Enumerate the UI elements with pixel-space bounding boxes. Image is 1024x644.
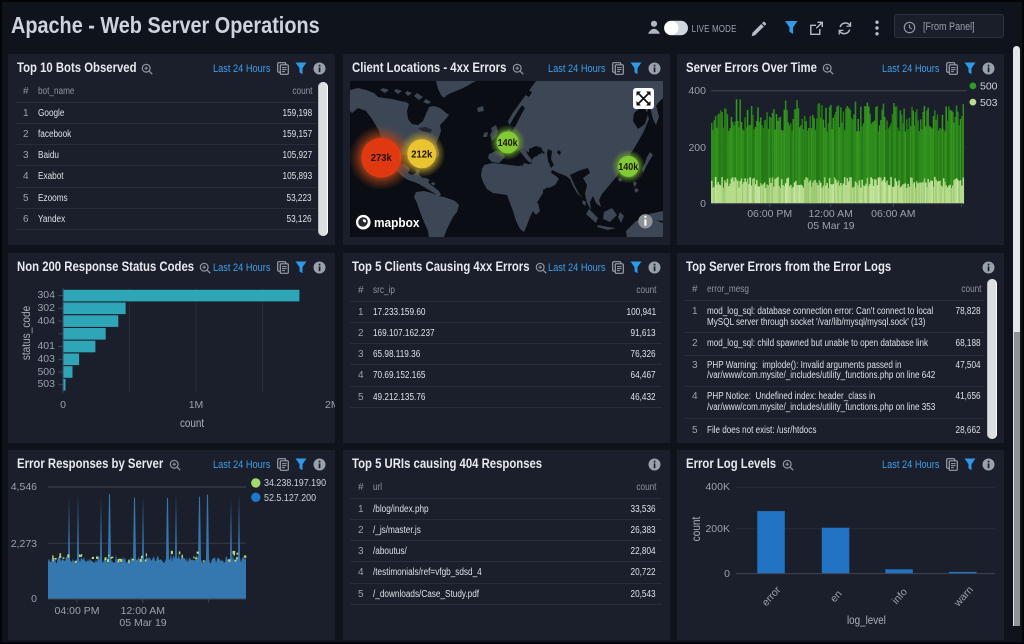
- svg-text:140k: 140k: [618, 161, 639, 173]
- svg-text:503: 503: [980, 97, 998, 109]
- svg-text:mapbox: mapbox: [374, 216, 420, 230]
- svg-text:273k: 273k: [371, 153, 392, 165]
- svg-text:212k: 212k: [411, 149, 432, 161]
- svg-text:500: 500: [980, 81, 998, 93]
- svg-text:140k: 140k: [498, 137, 519, 149]
- svg-text:LIVE MODE: LIVE MODE: [692, 23, 737, 34]
